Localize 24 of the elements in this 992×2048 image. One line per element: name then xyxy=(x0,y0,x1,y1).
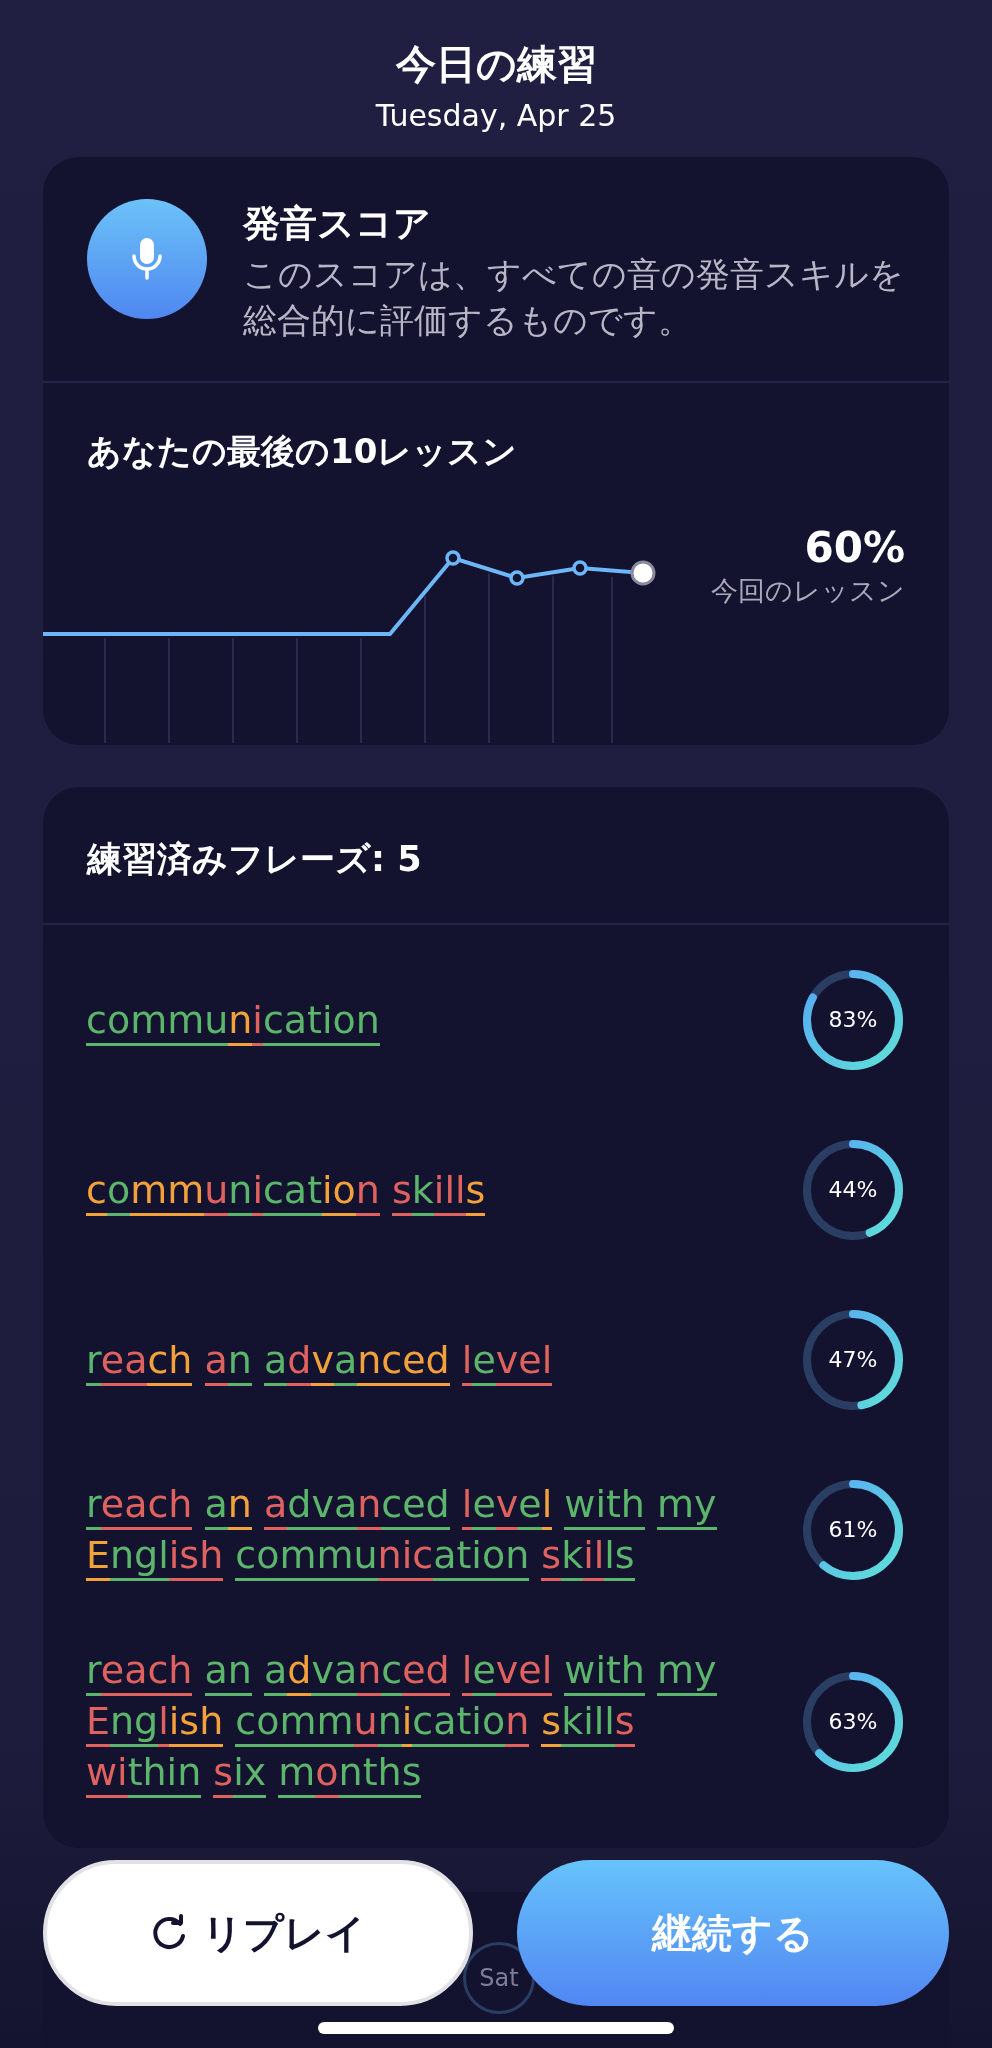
percent-text: 63% xyxy=(828,1708,878,1735)
score-value: 60% xyxy=(803,523,905,573)
phrase-text[interactable]: communication xyxy=(86,994,736,1046)
date-text: Tuesday, Apr 25 xyxy=(375,97,617,135)
percent-text: 61% xyxy=(828,1517,878,1543)
chart-title: あなたの最後の10レッスン xyxy=(86,430,519,473)
replay-icon xyxy=(150,1914,188,1952)
card-title: 練習済みフレーズ: 5 xyxy=(43,787,949,925)
card-title: 発音スコア xyxy=(243,201,432,247)
data-point xyxy=(572,560,588,576)
data-point xyxy=(509,570,525,586)
current-point xyxy=(630,560,656,586)
phrase-text[interactable]: reach an advanced level with my English communication skills xyxy=(86,1479,736,1581)
phrase-text[interactable]: reach an advanced level with my English communication skills within six months xyxy=(86,1645,736,1798)
percent-text: 44% xyxy=(828,1177,878,1203)
data-point xyxy=(445,550,461,566)
phrase-text[interactable]: reach an advanced level xyxy=(86,1334,736,1386)
percent-text: 47% xyxy=(828,1347,878,1373)
replay-button[interactable]: リプレイ xyxy=(43,1860,473,2006)
phrase-text[interactable]: communication skills xyxy=(86,1164,736,1216)
score-label: 今回のレッスン xyxy=(711,574,905,608)
screen-title: 今日の練習 xyxy=(395,40,597,89)
description-text: このスコアは、すべての音の発音スキルを総合的に評価するものです。 xyxy=(243,253,905,342)
percent-text: 83% xyxy=(828,1007,878,1033)
